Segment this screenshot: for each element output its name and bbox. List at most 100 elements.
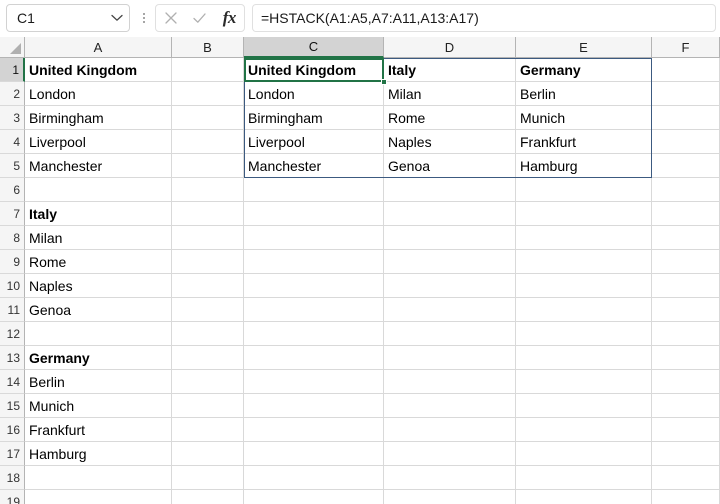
column-header-d[interactable]: D: [384, 37, 516, 58]
cell-a14[interactable]: Berlin: [25, 370, 172, 394]
cell-value: Birmingham: [29, 109, 104, 126]
row-header-9[interactable]: 9: [0, 250, 25, 274]
cell-a5[interactable]: Manchester: [25, 154, 172, 178]
cell-a8[interactable]: Milan: [25, 226, 172, 250]
cell-value: United Kingdom: [29, 61, 138, 78]
row-header-6[interactable]: 6: [0, 178, 25, 202]
row-header-label: 1: [12, 62, 19, 77]
column-header-e[interactable]: E: [516, 37, 652, 58]
row-header-1[interactable]: 1: [0, 58, 25, 82]
cell-c1[interactable]: United Kingdom: [244, 58, 384, 82]
column-header-label: B: [203, 39, 212, 55]
cell-value: Milan: [29, 229, 63, 246]
row-header-label: 14: [6, 374, 20, 389]
cell-e4[interactable]: Frankfurt: [516, 130, 652, 154]
row-header-label: 17: [6, 446, 20, 461]
cell-a16[interactable]: Frankfurt: [25, 418, 172, 442]
cell-value: Rome: [29, 253, 67, 270]
check-icon[interactable]: [185, 5, 214, 31]
row-header-label: 9: [13, 254, 20, 269]
cell-a9[interactable]: Rome: [25, 250, 172, 274]
row-header-label: 13: [6, 350, 20, 365]
cell-a2[interactable]: London: [25, 82, 172, 106]
insert-function-icon[interactable]: fx: [215, 5, 244, 31]
cell-e1[interactable]: Germany: [516, 58, 652, 82]
cell-c4[interactable]: Liverpool: [244, 130, 384, 154]
cell-d1[interactable]: Italy: [384, 58, 516, 82]
cell-value: Berlin: [520, 85, 556, 102]
chevron-down-icon[interactable]: [105, 5, 129, 31]
fill-handle[interactable]: [381, 79, 387, 85]
row-header-8[interactable]: 8: [0, 226, 25, 250]
column-header-c[interactable]: C: [244, 37, 384, 58]
row-header-4[interactable]: 4: [0, 130, 25, 154]
cell-d2[interactable]: Milan: [384, 82, 516, 106]
cell-a17[interactable]: Hamburg: [25, 442, 172, 466]
cell-a15[interactable]: Munich: [25, 394, 172, 418]
row-header-2[interactable]: 2: [0, 82, 25, 106]
row-header-11[interactable]: 11: [0, 298, 25, 322]
row-header-14[interactable]: 14: [0, 370, 25, 394]
cell-a10[interactable]: Naples: [25, 274, 172, 298]
row-header-10[interactable]: 10: [0, 274, 25, 298]
cell-e2[interactable]: Berlin: [516, 82, 652, 106]
column-header-a[interactable]: A: [25, 37, 172, 58]
column-header-label: E: [579, 39, 588, 55]
name-box[interactable]: C1: [6, 4, 130, 32]
cell-a3[interactable]: Birmingham: [25, 106, 172, 130]
row-header-label: 18: [6, 470, 20, 485]
name-box-value: C1: [17, 10, 35, 26]
cell-value: Genoa: [388, 157, 431, 174]
cell-value: Munich: [520, 109, 566, 126]
cell-a11[interactable]: Genoa: [25, 298, 172, 322]
column-header-b[interactable]: B: [172, 37, 244, 58]
cell-value: Naples: [388, 133, 432, 150]
cell-e5[interactable]: Hamburg: [516, 154, 652, 178]
cell-value: Liverpool: [29, 133, 86, 150]
row-header-12[interactable]: 12: [0, 322, 25, 346]
cell-value: Berlin: [29, 373, 65, 390]
row-header-18[interactable]: 18: [0, 466, 25, 490]
cell-value: Manchester: [29, 157, 103, 174]
row-header-label: 4: [13, 134, 20, 149]
row-header-label: 11: [7, 302, 20, 317]
column-header-f[interactable]: F: [652, 37, 720, 58]
cell-a1[interactable]: United Kingdom: [25, 58, 172, 82]
row-header-label: 19: [6, 494, 20, 504]
cell-a13[interactable]: Germany: [25, 346, 172, 370]
cell-d4[interactable]: Naples: [384, 130, 516, 154]
cell-value: Birmingham: [248, 109, 323, 126]
row-header-3[interactable]: 3: [0, 106, 25, 130]
formula-bar-drag-handle[interactable]: [140, 8, 148, 28]
formula-input[interactable]: =HSTACK(A1:A5,A7:A11,A13:A17): [252, 4, 716, 32]
cell-value: Hamburg: [520, 157, 578, 174]
cell-c3[interactable]: Birmingham: [244, 106, 384, 130]
cell-value: London: [248, 85, 295, 102]
cell-e3[interactable]: Munich: [516, 106, 652, 130]
formula-value: =HSTACK(A1:A5,A7:A11,A13:A17): [261, 10, 479, 26]
row-header-17[interactable]: 17: [0, 442, 25, 466]
column-header-label: F: [681, 39, 690, 55]
row-header-19[interactable]: 19: [0, 490, 25, 504]
cell-c2[interactable]: London: [244, 82, 384, 106]
row-header-label: 2: [13, 86, 20, 101]
row-header-13[interactable]: 13: [0, 346, 25, 370]
row-header-15[interactable]: 15: [0, 394, 25, 418]
row-header-label: 8: [13, 230, 20, 245]
cell-c5[interactable]: Manchester: [244, 154, 384, 178]
column-header-label: D: [444, 39, 455, 55]
cell-a4[interactable]: Liverpool: [25, 130, 172, 154]
cells-area[interactable]: United Kingdom London Birmingham Liverpool M…: [25, 58, 720, 504]
row-header-5[interactable]: 5: [0, 154, 25, 178]
close-icon[interactable]: [156, 5, 185, 31]
formula-bar: C1 fx =HSTACK(A1:A5,A7:A11,A13:A17): [0, 0, 720, 37]
cell-value: London: [29, 85, 76, 102]
row-header-7[interactable]: 7: [0, 202, 25, 226]
row-header-16[interactable]: 16: [0, 418, 25, 442]
select-all-button[interactable]: [0, 37, 25, 58]
cell-value: Genoa: [29, 301, 72, 318]
cell-d5[interactable]: Genoa: [384, 154, 516, 178]
cell-value: Hamburg: [29, 445, 87, 462]
cell-a7[interactable]: Italy: [25, 202, 172, 226]
cell-d3[interactable]: Rome: [384, 106, 516, 130]
